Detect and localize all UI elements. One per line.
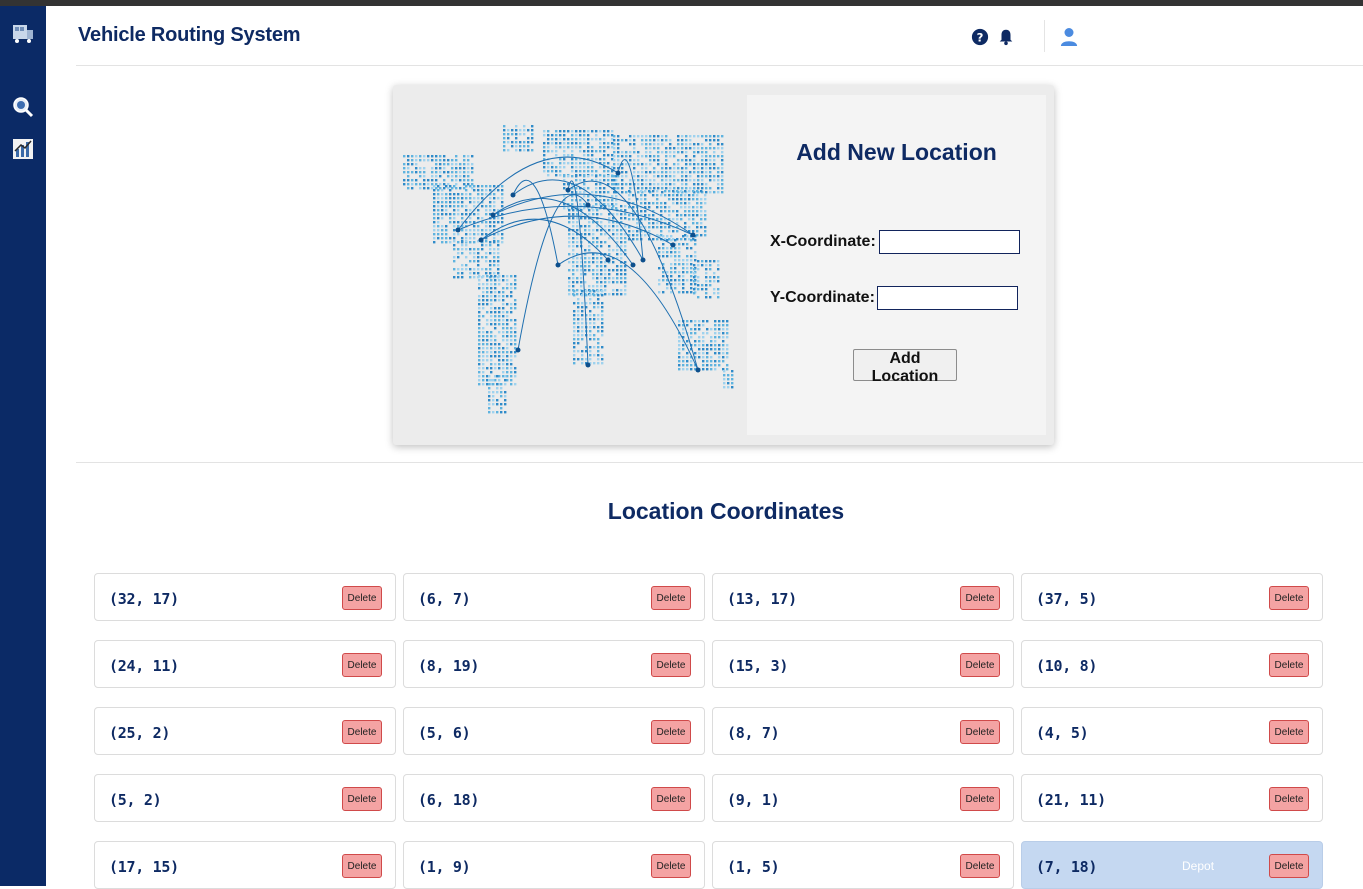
user-avatar-icon[interactable] xyxy=(1059,26,1079,48)
location-coordinate: (6, 7) xyxy=(418,590,471,608)
location-item: (24, 11) Delete xyxy=(94,640,396,688)
location-item: (13, 17) Delete xyxy=(712,573,1014,621)
delete-button[interactable]: Delete xyxy=(960,854,1000,878)
add-location-button[interactable]: Add Location xyxy=(853,349,957,385)
delete-button[interactable]: Delete xyxy=(1269,586,1309,610)
location-coordinate: (7, 18) xyxy=(1036,858,1098,876)
world-map-illustration xyxy=(403,125,734,414)
delete-button[interactable]: Delete xyxy=(342,787,382,811)
location-coordinate: (24, 11) xyxy=(109,657,179,675)
delete-button[interactable]: Delete xyxy=(651,854,691,878)
delete-button[interactable]: Delete xyxy=(1269,787,1309,811)
location-coordinate: (10, 8) xyxy=(1036,657,1098,675)
location-item: (5, 2) Delete xyxy=(94,774,396,822)
depot-location-item: (7, 18) Depot Delete xyxy=(1021,841,1323,889)
location-item: (6, 7) Delete xyxy=(403,573,705,621)
location-coordinate: (37, 5) xyxy=(1036,590,1098,608)
delete-button[interactable]: Delete xyxy=(1269,653,1309,677)
location-coordinates-title: Location Coordinates xyxy=(607,498,845,524)
delete-button[interactable]: Delete xyxy=(342,854,382,878)
location-item: (8, 19) Delete xyxy=(403,640,705,688)
truck-logo-icon[interactable] xyxy=(10,20,36,46)
location-coordinate: (4, 5) xyxy=(1036,724,1089,742)
location-item: (1, 5) Delete xyxy=(712,841,1014,889)
location-item: (4, 5) Delete xyxy=(1021,707,1323,755)
location-coordinate: (8, 19) xyxy=(418,657,480,675)
location-coordinate: (17, 15) xyxy=(109,858,179,876)
location-item: (25, 2) Delete xyxy=(94,707,396,755)
y-coordinate-label: Y-Coordinate: xyxy=(770,289,875,306)
header-divider xyxy=(1044,20,1045,52)
location-item: (10, 8) Delete xyxy=(1021,640,1323,688)
delete-button[interactable]: Delete xyxy=(960,787,1000,811)
delete-button[interactable]: Delete xyxy=(960,653,1000,677)
sidebar xyxy=(0,6,46,886)
location-coordinate: (1, 9) xyxy=(418,858,471,876)
location-item: (37, 5) Delete xyxy=(1021,573,1323,621)
location-item: (15, 3) Delete xyxy=(712,640,1014,688)
location-coordinate: (1, 5) xyxy=(727,858,780,876)
delete-button[interactable]: Delete xyxy=(651,586,691,610)
location-coordinate: (21, 11) xyxy=(1036,791,1106,809)
delete-button[interactable]: Delete xyxy=(651,720,691,744)
location-coordinate: (8, 7) xyxy=(727,724,780,742)
add-location-card: Add New Location X-Coordinate: Y-Coordin… xyxy=(393,85,1054,445)
world-routes-map xyxy=(393,85,747,445)
delete-button[interactable]: Delete xyxy=(960,720,1000,744)
y-coordinate-input[interactable] xyxy=(877,286,1018,310)
location-coordinate: (25, 2) xyxy=(109,724,171,742)
section-divider xyxy=(76,462,1363,463)
app-title: Vehicle Routing System xyxy=(78,24,301,46)
location-item: (21, 11) Delete xyxy=(1021,774,1323,822)
bell-icon[interactable] xyxy=(996,26,1016,48)
location-coordinate: (6, 18) xyxy=(418,791,480,809)
location-item: (5, 6) Delete xyxy=(403,707,705,755)
map-dots xyxy=(403,125,734,414)
delete-button[interactable]: Delete xyxy=(960,586,1000,610)
location-coordinate: (32, 17) xyxy=(109,590,179,608)
chart-icon[interactable] xyxy=(10,136,36,162)
location-coordinate: (13, 17) xyxy=(727,590,797,608)
x-coordinate-label: X-Coordinate: xyxy=(770,233,876,250)
x-coordinate-input[interactable] xyxy=(879,230,1020,254)
location-item: (6, 18) Delete xyxy=(403,774,705,822)
delete-button[interactable]: Delete xyxy=(651,787,691,811)
location-coordinate: (15, 3) xyxy=(727,657,789,675)
location-item: (8, 7) Delete xyxy=(712,707,1014,755)
location-item: (9, 1) Delete xyxy=(712,774,1014,822)
location-item: (1, 9) Delete xyxy=(403,841,705,889)
delete-button[interactable]: Delete xyxy=(1269,720,1309,744)
header: Vehicle Routing System ? xyxy=(76,6,1363,66)
search-analytics-icon[interactable] xyxy=(10,94,36,120)
delete-button[interactable]: Delete xyxy=(342,720,382,744)
add-location-form: Add New Location X-Coordinate: Y-Coordin… xyxy=(747,95,1046,435)
location-coordinate: (5, 6) xyxy=(418,724,471,742)
help-icon[interactable]: ? xyxy=(970,26,990,48)
location-coordinate: (9, 1) xyxy=(727,791,780,809)
delete-button[interactable]: Delete xyxy=(651,653,691,677)
location-item: (32, 17) Delete xyxy=(94,573,396,621)
delete-button[interactable]: Delete xyxy=(342,653,382,677)
delete-button[interactable]: Delete xyxy=(1269,854,1309,878)
depot-label: Depot xyxy=(1182,859,1215,873)
delete-button[interactable]: Delete xyxy=(342,586,382,610)
location-item: (17, 15) Delete xyxy=(94,841,396,889)
form-title: Add New Location xyxy=(796,139,997,165)
location-coordinate: (5, 2) xyxy=(109,791,162,809)
svg-text:?: ? xyxy=(977,31,984,45)
